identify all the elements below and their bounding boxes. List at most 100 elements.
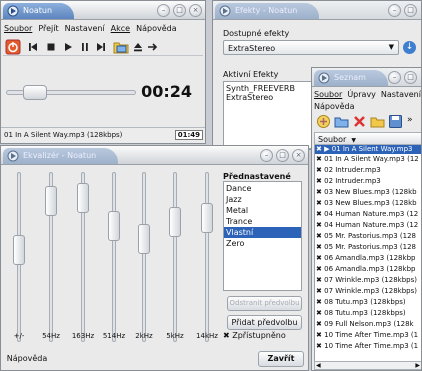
table-row[interactable]: ✖ 06 Amandla.mp3 (128kbp [315,264,421,275]
scroll-right-icon[interactable]: ▶ [415,362,420,369]
scroll-left-icon[interactable]: ◀ [316,362,321,369]
effects-select[interactable]: ExtraStereo ▼ [223,40,399,55]
preset-item[interactable]: Trance [224,216,301,227]
delete-icon[interactable] [353,115,366,128]
table-row[interactable]: ✖ 10 Time After Time.mp3 (1 [315,341,421,352]
player-titlebar[interactable]: Noatun – □ × [1,1,205,20]
menu-upravy[interactable]: Úpravy [347,90,376,99]
menu-soubor[interactable]: Soubor [1,22,35,35]
remove-item-icon[interactable]: ✖ [316,287,322,295]
table-row[interactable]: ✖ 10 Time After Time.mp3 (1 [315,330,421,341]
remove-item-icon[interactable]: ✖ [316,199,322,207]
open-folder-icon[interactable] [334,114,349,129]
remove-item-icon[interactable]: ✖ [316,298,322,306]
remove-item-icon[interactable]: ✖ [316,309,322,317]
remove-item-icon[interactable]: ✖ [316,210,322,218]
remove-item-icon[interactable]: ✖ [316,331,322,339]
table-row[interactable]: ✖ 04 Human Nature.mp3 (12 [315,220,421,231]
remove-item-icon[interactable]: ✖ [316,177,322,185]
preset-item[interactable]: Jazz [224,194,301,205]
table-row[interactable]: ✖ 02 Intruder.mp3 [315,165,421,176]
playlist-icon[interactable] [113,39,129,55]
minimize-icon[interactable]: – [157,4,170,17]
remove-item-icon[interactable]: ✖ [316,265,322,273]
pause-icon[interactable] [79,41,91,53]
minimize-icon[interactable]: – [388,71,401,84]
remove-item-icon[interactable]: ✖ [316,232,322,240]
table-row[interactable]: ✖ 07 Wrinkle.mp3 (128kbps) [315,275,421,286]
menu-nastaveni[interactable]: Nastavení [62,22,108,35]
remove-item-icon[interactable]: ✖ [316,145,322,153]
table-row[interactable]: ✖ 08 Tutu.mp3 (128kbps) [315,297,421,308]
close-button[interactable]: Zavřít [258,351,304,367]
remove-item-icon[interactable]: ✖ [316,243,322,251]
preset-item[interactable]: Metal [224,205,301,216]
minimize-icon[interactable]: – [260,149,273,162]
column-header-soubor[interactable]: Soubor [318,135,346,144]
remove-item-icon[interactable]: ✖ [316,276,322,284]
menu-prejit[interactable]: Přejít [35,22,61,35]
play-icon[interactable] [62,41,74,53]
more-icon[interactable]: » [407,115,413,125]
remove-item-icon[interactable]: ✖ [316,320,322,328]
next-icon[interactable] [95,41,107,53]
list-item[interactable]: Synth_FREEVERB [226,84,312,93]
minimize-icon[interactable]: – [388,4,401,17]
eject-icon[interactable] [132,41,144,53]
preset-item[interactable]: Dance [224,183,301,194]
table-row[interactable]: ✖ 05 Mr. Pastorius.mp3 (128 [315,242,421,253]
add-effect-icon[interactable]: ↓ [403,41,416,54]
remove-item-icon[interactable]: ✖ [316,188,322,196]
table-row[interactable]: ✖ 05 Mr. Pastorius.mp3 (128 [315,231,421,242]
enabled-checkbox[interactable]: ✖ Zpřístupněno [223,331,286,341]
quit-icon[interactable] [5,39,21,55]
horizontal-scrollbar[interactable]: ◀ ▶ [314,361,421,370]
preset-item[interactable]: Zero [224,238,301,249]
folder-icon[interactable] [370,114,385,129]
table-row[interactable]: ✖ ▶ 01 In A Silent Way.mp3 [315,145,421,154]
maximize-icon[interactable]: □ [276,149,289,162]
table-row[interactable]: ✖ 03 New Blues.mp3 (128kb [315,187,421,198]
active-effects-list[interactable]: Synth_FREEVERB ExtraStereo [223,81,315,149]
close-icon[interactable]: × [189,4,202,17]
table-row[interactable]: ✖ 07 Wrinkle.mp3 (128kbps) [315,286,421,297]
add-preset-button[interactable]: Přidat předvolbu [227,315,302,330]
add-files-icon[interactable] [316,114,331,129]
remove-item-icon[interactable]: ✖ [316,342,322,350]
previous-icon[interactable] [27,41,39,53]
table-row[interactable]: ✖ 04 Human Nature.mp3 (12 [315,209,421,220]
menu-napoveda[interactable]: Nápověda [314,102,355,111]
table-row[interactable]: ✖ 03 New Blues.mp3 (128kb [315,198,421,209]
table-row[interactable]: ✖ 08 Tutu.mp3 (128kbps) [315,308,421,319]
stop-icon[interactable] [45,41,57,53]
remove-item-icon[interactable]: ✖ [316,221,322,229]
save-icon[interactable] [388,114,403,129]
table-row[interactable]: ✖ 01 In A Silent Way.mp3 (12 [315,154,421,165]
presets-list[interactable]: Dance Jazz Metal Trance Vlastní Zero [223,181,302,291]
remove-item-icon[interactable]: ✖ [316,254,322,262]
preset-item[interactable]: Vlastní [224,227,301,238]
table-row[interactable]: ✖ 06 Amandla.mp3 (128kbp [315,253,421,264]
table-row[interactable]: ✖ 02 Intruder.mp3 [315,176,421,187]
menu-akce[interactable]: Akce [108,22,133,35]
menu-nastaveni[interactable]: Nastavení [381,90,421,99]
maximize-icon[interactable]: □ [404,71,417,84]
maximize-icon[interactable]: □ [404,4,417,17]
remove-item-icon[interactable]: ✖ [316,155,322,163]
playlist-titlebar[interactable]: Seznam – □ [312,68,421,87]
seek-handle[interactable] [23,85,48,100]
loop-arrow-icon[interactable] [147,41,159,53]
menu-napoveda[interactable]: Nápověda [133,22,180,35]
remove-preset-button[interactable]: Odstranit předvolbu [227,296,302,311]
checkbox-checked-icon[interactable]: ✖ [223,331,230,340]
help-button[interactable]: Nápověda [5,351,49,367]
remove-item-icon[interactable]: ✖ [316,166,322,174]
maximize-icon[interactable]: □ [173,4,186,17]
playlist-list[interactable]: ✖ ▶ 01 In A Silent Way.mp3 ✖ 01 In A Sil… [314,145,421,362]
table-row[interactable]: ✖ 09 Full Nelson.mp3 (128k [315,319,421,330]
seek-slider[interactable] [6,85,136,100]
playlist-header[interactable]: Soubor ▼ [314,132,421,145]
close-icon[interactable]: × [292,149,305,162]
effects-titlebar[interactable]: Efekty - Noatun – □ [213,1,421,20]
menu-soubor[interactable]: Soubor [314,90,342,99]
